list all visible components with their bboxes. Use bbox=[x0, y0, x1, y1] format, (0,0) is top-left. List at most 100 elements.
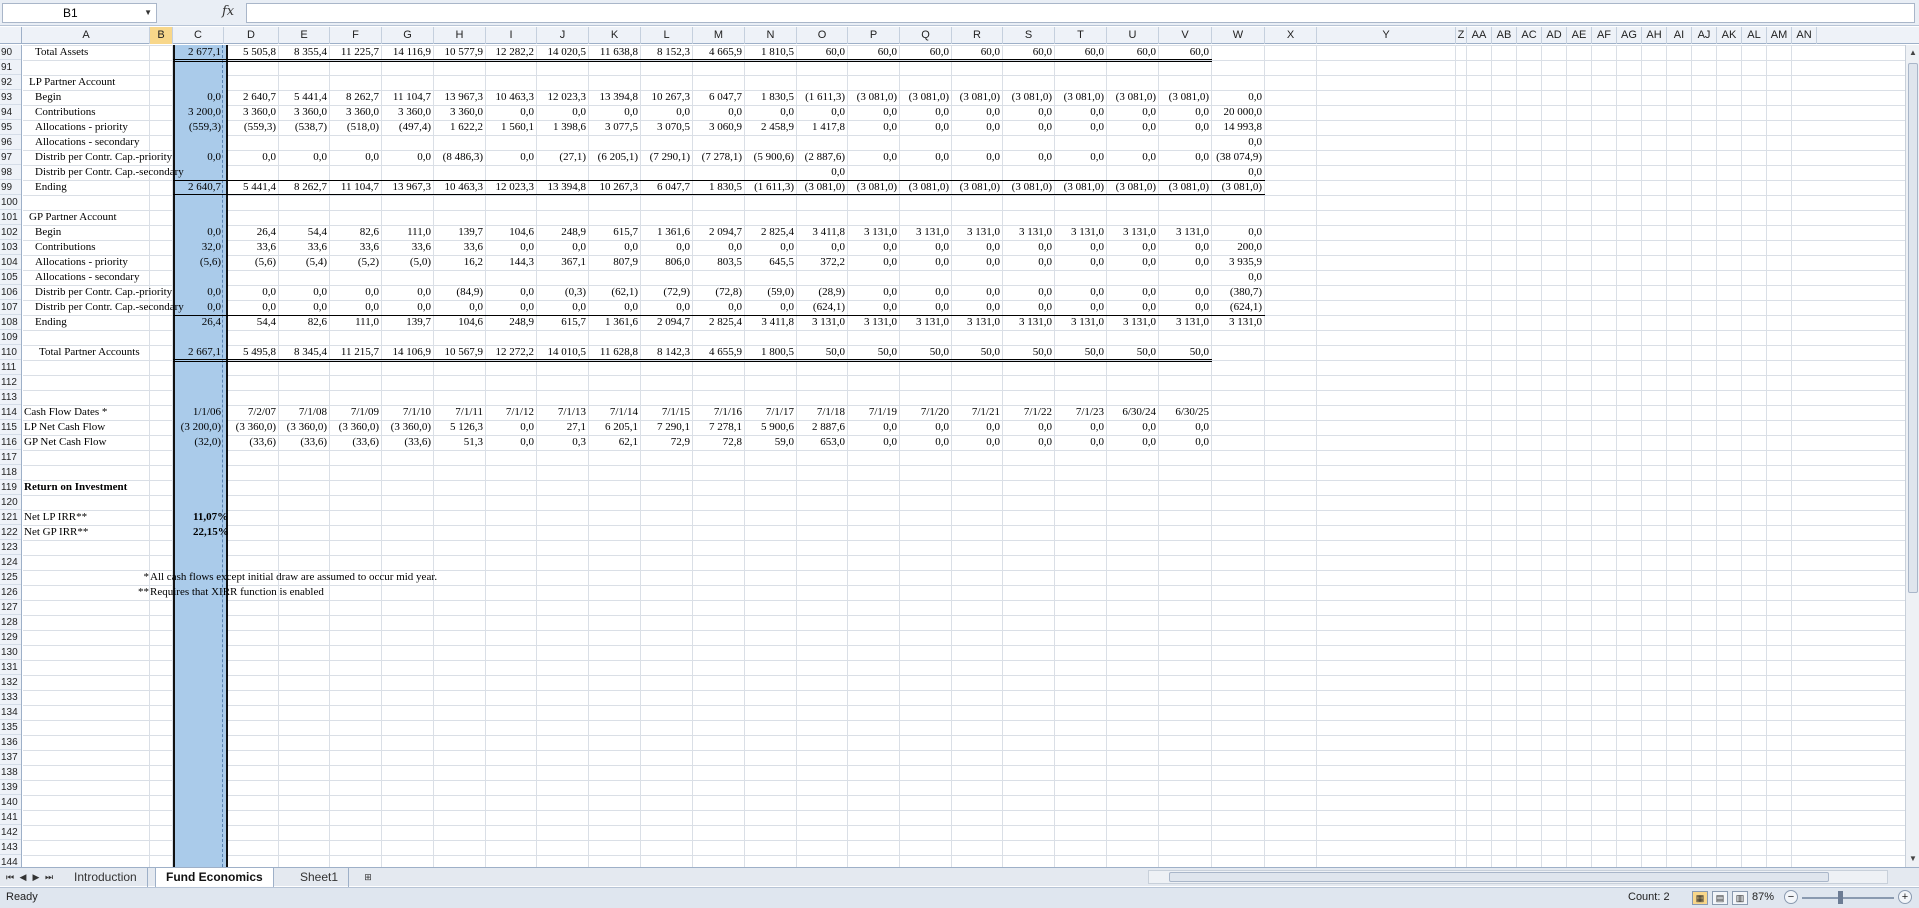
tab-introduction[interactable]: Introduction bbox=[64, 868, 148, 887]
column-header-q[interactable]: Q bbox=[900, 27, 952, 44]
row-header-92[interactable]: 92 bbox=[0, 75, 21, 90]
row-header-132[interactable]: 132 bbox=[0, 675, 21, 690]
row-header-94[interactable]: 94 bbox=[0, 105, 21, 120]
zoom-slider-thumb[interactable] bbox=[1838, 891, 1843, 904]
scroll-up-icon[interactable]: ▲ bbox=[1907, 46, 1919, 60]
column-header-k[interactable]: K bbox=[589, 27, 641, 44]
row-header-125[interactable]: 125 bbox=[0, 570, 21, 585]
row-header-144[interactable]: 144 bbox=[0, 855, 21, 867]
next-sheet-icon[interactable]: ▶ bbox=[30, 870, 42, 884]
row-header-102[interactable]: 102 bbox=[0, 225, 21, 240]
column-header-an[interactable]: AN bbox=[1792, 27, 1817, 44]
zoom-slider[interactable] bbox=[1802, 897, 1894, 899]
row-header-107[interactable]: 107 bbox=[0, 300, 21, 315]
column-header-e[interactable]: E bbox=[279, 27, 330, 44]
row-header-117[interactable]: 117 bbox=[0, 450, 21, 465]
row-header-113[interactable]: 113 bbox=[0, 390, 21, 405]
row-header-130[interactable]: 130 bbox=[0, 645, 21, 660]
select-all-button[interactable] bbox=[0, 27, 22, 44]
row-header-143[interactable]: 143 bbox=[0, 840, 21, 855]
column-header-h[interactable]: H bbox=[434, 27, 486, 44]
column-header-d[interactable]: D bbox=[224, 27, 279, 44]
row-header-140[interactable]: 140 bbox=[0, 795, 21, 810]
column-header-b[interactable]: B bbox=[150, 27, 173, 44]
column-header-aj[interactable]: AJ bbox=[1692, 27, 1717, 44]
column-header-aa[interactable]: AA bbox=[1467, 27, 1492, 44]
page-layout-view-icon[interactable]: ▤ bbox=[1712, 891, 1728, 905]
row-header-119[interactable]: 119 bbox=[0, 480, 21, 495]
row-header-115[interactable]: 115 bbox=[0, 420, 21, 435]
row-header-123[interactable]: 123 bbox=[0, 540, 21, 555]
chevron-down-icon[interactable]: ▼ bbox=[144, 4, 152, 22]
column-header-ad[interactable]: AD bbox=[1542, 27, 1567, 44]
page-break-view-icon[interactable]: ▥ bbox=[1732, 891, 1748, 905]
row-header-127[interactable]: 127 bbox=[0, 600, 21, 615]
row-header-137[interactable]: 137 bbox=[0, 750, 21, 765]
column-header-n[interactable]: N bbox=[745, 27, 797, 44]
row-header-139[interactable]: 139 bbox=[0, 780, 21, 795]
row-header-95[interactable]: 95 bbox=[0, 120, 21, 135]
column-header-al[interactable]: AL bbox=[1742, 27, 1767, 44]
column-header-ak[interactable]: AK bbox=[1717, 27, 1742, 44]
zoom-level[interactable]: 87% bbox=[1752, 891, 1774, 903]
row-header-142[interactable]: 142 bbox=[0, 825, 21, 840]
row-header-122[interactable]: 122 bbox=[0, 525, 21, 540]
vertical-scroll-thumb[interactable] bbox=[1908, 63, 1918, 593]
column-header-g[interactable]: G bbox=[382, 27, 434, 44]
row-header-134[interactable]: 134 bbox=[0, 705, 21, 720]
column-header-f[interactable]: F bbox=[330, 27, 382, 44]
zoom-in-icon[interactable]: + bbox=[1898, 890, 1912, 904]
column-header-p[interactable]: P bbox=[848, 27, 900, 44]
row-header-133[interactable]: 133 bbox=[0, 690, 21, 705]
vertical-scrollbar[interactable]: ▲ ▼ bbox=[1905, 45, 1919, 867]
row-header-101[interactable]: 101 bbox=[0, 210, 21, 225]
row-header-114[interactable]: 114 bbox=[0, 405, 21, 420]
row-header-110[interactable]: 110 bbox=[0, 345, 21, 360]
row-header-105[interactable]: 105 bbox=[0, 270, 21, 285]
row-header-135[interactable]: 135 bbox=[0, 720, 21, 735]
formula-input[interactable] bbox=[246, 3, 1915, 23]
row-header-108[interactable]: 108 bbox=[0, 315, 21, 330]
row-header-141[interactable]: 141 bbox=[0, 810, 21, 825]
row-header-116[interactable]: 116 bbox=[0, 435, 21, 450]
last-sheet-icon[interactable]: ⏭ bbox=[43, 870, 55, 884]
row-header-104[interactable]: 104 bbox=[0, 255, 21, 270]
row-header-128[interactable]: 128 bbox=[0, 615, 21, 630]
row-header-136[interactable]: 136 bbox=[0, 735, 21, 750]
scroll-down-icon[interactable]: ▼ bbox=[1907, 852, 1919, 866]
column-header-a[interactable]: A bbox=[23, 27, 150, 44]
first-sheet-icon[interactable]: ⏮ bbox=[4, 870, 16, 884]
row-header-93[interactable]: 93 bbox=[0, 90, 21, 105]
row-header-118[interactable]: 118 bbox=[0, 465, 21, 480]
worksheet-grid[interactable]: Total Assets LP Partner Account Begin Contr… bbox=[23, 45, 1905, 867]
prev-sheet-icon[interactable]: ◀ bbox=[17, 870, 29, 884]
row-header-138[interactable]: 138 bbox=[0, 765, 21, 780]
row-header-91[interactable]: 91 bbox=[0, 60, 21, 75]
row-header-109[interactable]: 109 bbox=[0, 330, 21, 345]
column-header-w[interactable]: W bbox=[1212, 27, 1265, 44]
column-header-ag[interactable]: AG bbox=[1617, 27, 1642, 44]
column-header-m[interactable]: M bbox=[693, 27, 745, 44]
row-header-131[interactable]: 131 bbox=[0, 660, 21, 675]
row-header-121[interactable]: 121 bbox=[0, 510, 21, 525]
insert-sheet-icon[interactable]: ⊞ bbox=[360, 870, 376, 884]
column-header-c[interactable]: C bbox=[173, 27, 224, 44]
row-header-120[interactable]: 120 bbox=[0, 495, 21, 510]
row-header-112[interactable]: 112 bbox=[0, 375, 21, 390]
row-header-98[interactable]: 98 bbox=[0, 165, 21, 180]
tab-sheet1[interactable]: Sheet1 bbox=[290, 868, 350, 887]
column-header-ae[interactable]: AE bbox=[1567, 27, 1592, 44]
row-header-90[interactable]: 90 bbox=[0, 45, 21, 60]
normal-view-icon[interactable]: ▦ bbox=[1692, 891, 1708, 905]
column-header-v[interactable]: V bbox=[1159, 27, 1212, 44]
column-header-l[interactable]: L bbox=[641, 27, 693, 44]
column-header-o[interactable]: O bbox=[797, 27, 848, 44]
column-header-af[interactable]: AF bbox=[1592, 27, 1617, 44]
column-header-ab[interactable]: AB bbox=[1492, 27, 1517, 44]
column-header-i[interactable]: I bbox=[486, 27, 537, 44]
column-header-ac[interactable]: AC bbox=[1517, 27, 1542, 44]
row-header-126[interactable]: 126 bbox=[0, 585, 21, 600]
column-header-j[interactable]: J bbox=[537, 27, 589, 44]
row-header-99[interactable]: 99 bbox=[0, 180, 21, 195]
column-header-x[interactable]: X bbox=[1265, 27, 1317, 44]
